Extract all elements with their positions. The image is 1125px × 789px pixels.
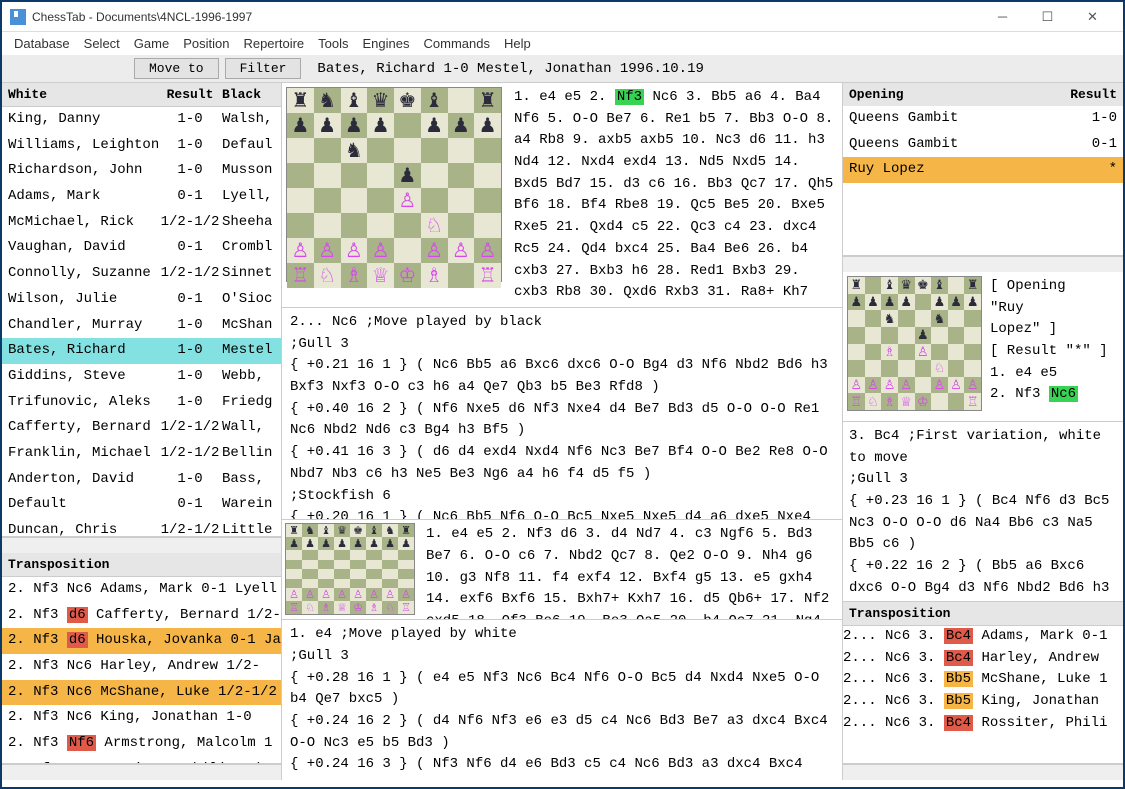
transpo-row[interactable]: 2. Nf3 Nc6 McShane, Luke 1/2-1/2 xyxy=(2,680,281,706)
game-row[interactable]: Richardson, John1-0Musson xyxy=(2,158,281,184)
game-row[interactable]: Franklin, Michael1/2-1/2Bellin xyxy=(2,441,281,467)
game-header: Bates, Richard 1-0 Mestel, Jonathan 1996… xyxy=(317,61,703,77)
right-board[interactable]: ♜♝♛♚♝♜♟♟♟♟♟♟♟♞♞♟♗♙♘♙♙♙♙♙♙♙♖♘♗♕♔♖ xyxy=(847,276,982,411)
games-hscroll[interactable] xyxy=(2,537,281,553)
games-list[interactable]: King, Danny1-0Walsh,Williams, Leighton1-… xyxy=(2,107,281,537)
menu-help[interactable]: Help xyxy=(504,36,531,51)
menu-select[interactable]: Select xyxy=(84,36,120,51)
game-row[interactable]: Vaughan, David0-1Crombl xyxy=(2,235,281,261)
main-analysis[interactable]: 2... Nc6 ;Move played by black;Gull 3{ +… xyxy=(282,308,842,520)
menu-tools[interactable]: Tools xyxy=(318,36,348,51)
game-row[interactable]: Wilson, Julie0-1O'Sioc xyxy=(2,287,281,313)
openings-header: Opening Result xyxy=(843,83,1123,106)
transpo-row[interactable]: 2. Nf3 Nf6 Armstrong, Malcolm 1 xyxy=(2,731,281,757)
openings-list[interactable]: Queens Gambit1-0Queens Gambit0-1Ruy Lope… xyxy=(843,106,1123,256)
opening-row[interactable]: Queens Gambit1-0 xyxy=(843,106,1123,132)
transpo-row[interactable]: 2. Nf3 d6 Cafferty, Bernard 1/2- xyxy=(2,603,281,629)
right-transpo-label: Transposition xyxy=(843,602,1123,626)
mini-moves[interactable]: 1. e4 e5 2. Nf3 d6 3. d4 Nd7 4. c3 Ngf6 … xyxy=(418,520,842,619)
menu-database[interactable]: Database xyxy=(14,36,70,51)
moveto-button[interactable]: Move to xyxy=(134,58,219,79)
mini-board[interactable]: ♜♞♝♛♚♝♞♜♟♟♟♟♟♟♟♟♙♙♙♙♙♙♙♙♖♘♗♕♔♗♘♖ xyxy=(285,523,415,615)
transpo-row[interactable]: 2... Nc6 3. Bc4 Rossiter, Phili xyxy=(843,713,1123,735)
transpo-row[interactable]: 2... Nc6 3. Bb5 King, Jonathan xyxy=(843,691,1123,713)
left-transpo-label: Transposition xyxy=(2,553,281,577)
menu-commands[interactable]: Commands xyxy=(424,36,490,51)
menu-game[interactable]: Game xyxy=(134,36,169,51)
mini-analysis[interactable]: 1. e4 ;Move played by white;Gull 3{ +0.2… xyxy=(282,620,842,780)
transpo-row[interactable]: 2... Nc6 3. Bc4 Adams, Mark 0-1 xyxy=(843,626,1123,648)
right-analysis[interactable]: 3. Bc4 ;First variation, white to move;G… xyxy=(843,422,1123,602)
menu-engines[interactable]: Engines xyxy=(363,36,410,51)
menubar: Database Select Game Position Repertoire… xyxy=(2,32,1123,55)
opening-row[interactable]: Queens Gambit0-1 xyxy=(843,132,1123,158)
right-moves[interactable]: [ Opening "Ruy Lopez" ][ Result "*" ]1. … xyxy=(986,272,1123,421)
main-moves[interactable]: 1. e4 e5 2. Nf3 Nc6 3. Bb5 a6 4. Ba4 Nf6… xyxy=(506,83,842,307)
transpo-row[interactable]: 2. Nf3 Nc6 Adams, Mark 0-1 Lyell xyxy=(2,577,281,603)
game-row[interactable]: Bates, Richard1-0Mestel xyxy=(2,338,281,364)
left-transpo-list[interactable]: 2. Nf3 Nc6 Adams, Mark 0-1 Lyell2. Nf3 d… xyxy=(2,577,281,764)
openings-hscroll[interactable] xyxy=(843,256,1123,272)
transpo-row[interactable]: 2. Nf3 Nc6 Harley, Andrew 1/2- xyxy=(2,654,281,680)
left-transpo-hscroll[interactable] xyxy=(2,764,281,780)
game-row[interactable]: King, Danny1-0Walsh, xyxy=(2,107,281,133)
transpo-row[interactable]: 2... Nc6 3. Bc4 Harley, Andrew xyxy=(843,648,1123,670)
transpo-row[interactable]: 2... Nc6 3. Bb5 McShane, Luke 1 xyxy=(843,669,1123,691)
window-title: ChessTab - Documents\4NCL-1996-1997 xyxy=(32,10,980,24)
game-row[interactable]: McMichael, Rick1/2-1/2Sheeha xyxy=(2,210,281,236)
menu-repertoire[interactable]: Repertoire xyxy=(243,36,304,51)
game-row[interactable]: Default0-1Warein xyxy=(2,492,281,518)
transpo-row[interactable]: 2. Nf3 Nc6 Rossiter, Philip 1/2- xyxy=(2,757,281,764)
maximize-button[interactable]: ☐ xyxy=(1025,3,1070,31)
game-row[interactable]: Williams, Leighton1-0Defaul xyxy=(2,133,281,159)
main-board[interactable]: ♜♞♝♛♚♝♜♟♟♟♟♟♟♟♞♟♙♘♙♙♙♙♙♙♙♖♘♗♕♔♗♖ xyxy=(286,87,502,282)
game-row[interactable]: Giddins, Steve1-0Webb, xyxy=(2,364,281,390)
opening-row[interactable]: Ruy Lopez* xyxy=(843,157,1123,183)
titlebar: ChessTab - Documents\4NCL-1996-1997 ─ ☐ … xyxy=(2,2,1123,32)
right-transpo-hscroll[interactable] xyxy=(843,764,1123,780)
app-icon xyxy=(10,9,26,25)
right-transpo-list[interactable]: 2... Nc6 3. Bc4 Adams, Mark 0-12... Nc6 … xyxy=(843,626,1123,764)
game-row[interactable]: Chandler, Murray1-0McShan xyxy=(2,313,281,339)
games-header: White Result Black xyxy=(2,83,281,107)
game-row[interactable]: Connolly, Suzanne1/2-1/2Sinnet xyxy=(2,261,281,287)
toolbar: Move to Filter Bates, Richard 1-0 Mestel… xyxy=(2,55,1123,83)
filter-button[interactable]: Filter xyxy=(225,58,302,79)
game-row[interactable]: Anderton, David1-0Bass, xyxy=(2,467,281,493)
game-row[interactable]: Trifunovic, Aleks1-0Friedg xyxy=(2,390,281,416)
game-row[interactable]: Adams, Mark0-1Lyell, xyxy=(2,184,281,210)
close-button[interactable]: ✕ xyxy=(1070,3,1115,31)
transpo-row[interactable]: 2. Nf3 Nc6 King, Jonathan 1-0 xyxy=(2,705,281,731)
game-row[interactable]: Cafferty, Bernard1/2-1/2Wall, xyxy=(2,415,281,441)
minimize-button[interactable]: ─ xyxy=(980,3,1025,31)
menu-position[interactable]: Position xyxy=(183,36,229,51)
game-row[interactable]: Duncan, Chris1/2-1/2Little xyxy=(2,518,281,537)
transpo-row[interactable]: 2. Nf3 d6 Houska, Jovanka 0-1 Ja xyxy=(2,628,281,654)
